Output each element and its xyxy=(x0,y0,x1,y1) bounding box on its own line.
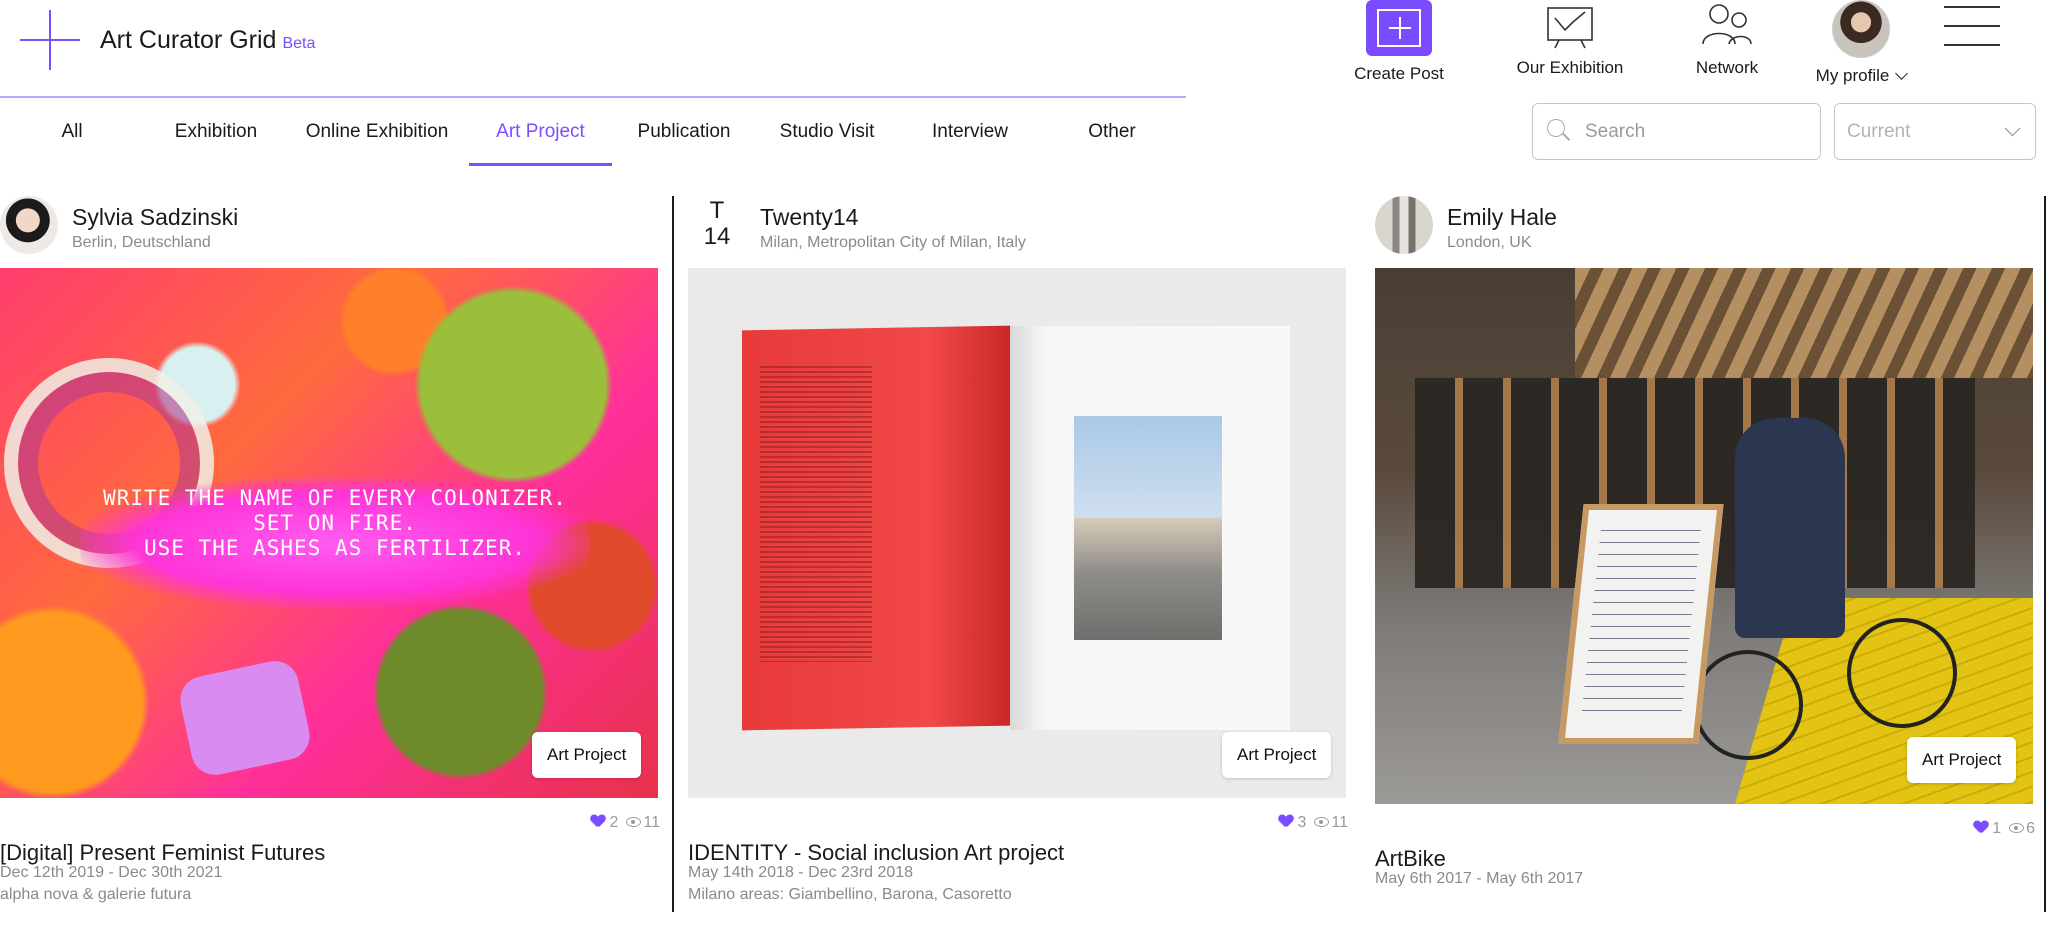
status-filter-select[interactable]: Current xyxy=(1834,103,2036,160)
book-photo xyxy=(1074,416,1222,640)
view-count: 6 xyxy=(2026,820,2035,837)
post-stats: 16 xyxy=(1974,820,2035,838)
view-count: 11 xyxy=(1331,814,1348,831)
hamburger-menu-icon[interactable] xyxy=(1944,6,2000,46)
author-avatar[interactable] xyxy=(0,196,58,254)
post-title[interactable]: IDENTITY - Social inclusion Art project xyxy=(688,840,1064,866)
tab-publication[interactable]: Publication xyxy=(622,98,746,166)
network-people-icon xyxy=(1702,4,1752,45)
cyclist xyxy=(1735,418,1845,638)
tab-all[interactable]: All xyxy=(30,98,114,166)
column-divider xyxy=(2044,196,2046,912)
create-post-label: Create Post xyxy=(1354,64,1444,83)
our-exhibition-label: Our Exhibition xyxy=(1516,58,1624,77)
post-image[interactable]: Art Project xyxy=(1375,268,2033,804)
author-avatar[interactable] xyxy=(1375,196,1433,254)
tab-exhibition[interactable]: Exhibition xyxy=(148,98,284,166)
post-card[interactable]: T 14 Twenty14 Milan, Metropolitan City of… xyxy=(688,196,1348,916)
collage-pill-shape xyxy=(175,656,315,780)
eye-icon xyxy=(2009,823,2025,833)
app-name: Art Curator Grid xyxy=(100,26,277,54)
post-stats: 2 11 xyxy=(591,814,660,832)
bike-wheel xyxy=(1847,618,1957,728)
post-card[interactable]: Sylvia Sadzinski Berlin, Deutschland WRI… xyxy=(0,196,660,916)
heart-icon[interactable] xyxy=(591,815,605,828)
chevron-down-icon xyxy=(1895,67,1909,80)
heart-icon[interactable] xyxy=(1279,815,1293,828)
like-count: 3 xyxy=(1297,814,1307,831)
image-quote-text: WRITE THE NAME OF EVERY COLONIZER. SET O… xyxy=(103,486,567,560)
author-initials: T 14 xyxy=(688,198,746,250)
post-venue: Milano areas: Giambellino, Barona, Casor… xyxy=(688,886,1012,903)
logo-cross-icon[interactable] xyxy=(20,10,80,70)
post-image[interactable]: WRITE THE NAME OF EVERY COLONIZER. SET O… xyxy=(0,268,658,798)
eye-icon xyxy=(1314,817,1330,827)
category-tag[interactable]: Art Project xyxy=(532,732,642,778)
create-post-button[interactable]: Create Post xyxy=(1352,0,1446,84)
app-title[interactable]: Art Curator Grid Beta xyxy=(100,26,315,55)
tab-art-project[interactable]: Art Project xyxy=(469,98,612,166)
search-input[interactable] xyxy=(1585,104,1805,159)
book-text-block xyxy=(760,366,872,662)
view-count: 11 xyxy=(643,814,660,831)
our-exhibition-button[interactable]: Our Exhibition xyxy=(1512,0,1628,78)
author-location: Milan, Metropolitan City of Milan, Italy xyxy=(760,234,1026,251)
exhibition-frame-icon xyxy=(1547,7,1593,49)
initials-bottom: 14 xyxy=(703,223,731,250)
app-header: Art Curator Grid Beta Create Post Our Exh… xyxy=(0,0,2048,98)
post-title[interactable]: [Digital] Present Feminist Futures xyxy=(0,840,325,866)
post-venue: alpha nova & galerie futura xyxy=(0,886,192,903)
tab-interview[interactable]: Interview xyxy=(910,98,1030,166)
bike-wheel xyxy=(1693,650,1803,760)
create-post-icon xyxy=(1366,0,1432,56)
my-profile-menu[interactable]: My profile xyxy=(1806,0,1916,86)
like-count: 2 xyxy=(609,814,619,831)
post-dates: May 14th 2018 - Dec 23rd 2018 xyxy=(688,864,914,881)
like-count: 1 xyxy=(1992,820,2002,837)
sign-board xyxy=(1558,504,1724,744)
profile-avatar xyxy=(1832,0,1890,58)
my-profile-label: My profile xyxy=(1815,66,1890,85)
post-dates: Dec 12th 2019 - Dec 30th 2021 xyxy=(0,864,223,881)
heart-icon[interactable] xyxy=(1974,821,1988,834)
author-avatar[interactable]: T 14 xyxy=(688,196,746,254)
post-dates: May 6th 2017 - May 6th 2017 xyxy=(1375,870,1584,887)
category-tag[interactable]: Art Project xyxy=(1222,732,1332,778)
tab-studio-visit[interactable]: Studio Visit xyxy=(764,98,890,166)
author-location: Berlin, Deutschland xyxy=(72,234,211,251)
author-location: London, UK xyxy=(1447,234,1532,251)
network-label: Network xyxy=(1695,58,1759,77)
my-profile-label-wrap: My profile xyxy=(1806,66,1916,86)
post-card[interactable]: Emily Hale London, UK Art Project 16 Art… xyxy=(1375,196,2035,916)
network-button[interactable]: Network xyxy=(1684,0,1770,78)
eye-icon xyxy=(626,817,642,827)
search-icon xyxy=(1547,119,1571,141)
status-filter-value: Current xyxy=(1847,121,1911,142)
tab-online-exhibition[interactable]: Online Exhibition xyxy=(296,98,458,166)
beta-badge: Beta xyxy=(282,35,316,52)
post-stats: 3 11 xyxy=(1279,814,1348,832)
column-divider xyxy=(672,196,674,912)
author-name[interactable]: Twenty14 xyxy=(760,204,858,231)
category-tabs: All Exhibition Online Exhibition Art Pro… xyxy=(0,98,1186,166)
author-name[interactable]: Emily Hale xyxy=(1447,204,1557,231)
tab-other[interactable]: Other xyxy=(1052,98,1172,166)
initials-top: T xyxy=(709,197,725,224)
author-name[interactable]: Sylvia Sadzinski xyxy=(72,204,238,231)
chevron-down-icon xyxy=(2004,120,2021,137)
category-tag[interactable]: Art Project xyxy=(1907,737,2017,783)
search-box xyxy=(1532,103,1821,160)
building-roof xyxy=(1575,268,2033,378)
post-title[interactable]: ArtBike xyxy=(1375,846,1446,872)
post-image[interactable]: Art Project xyxy=(688,268,1346,798)
